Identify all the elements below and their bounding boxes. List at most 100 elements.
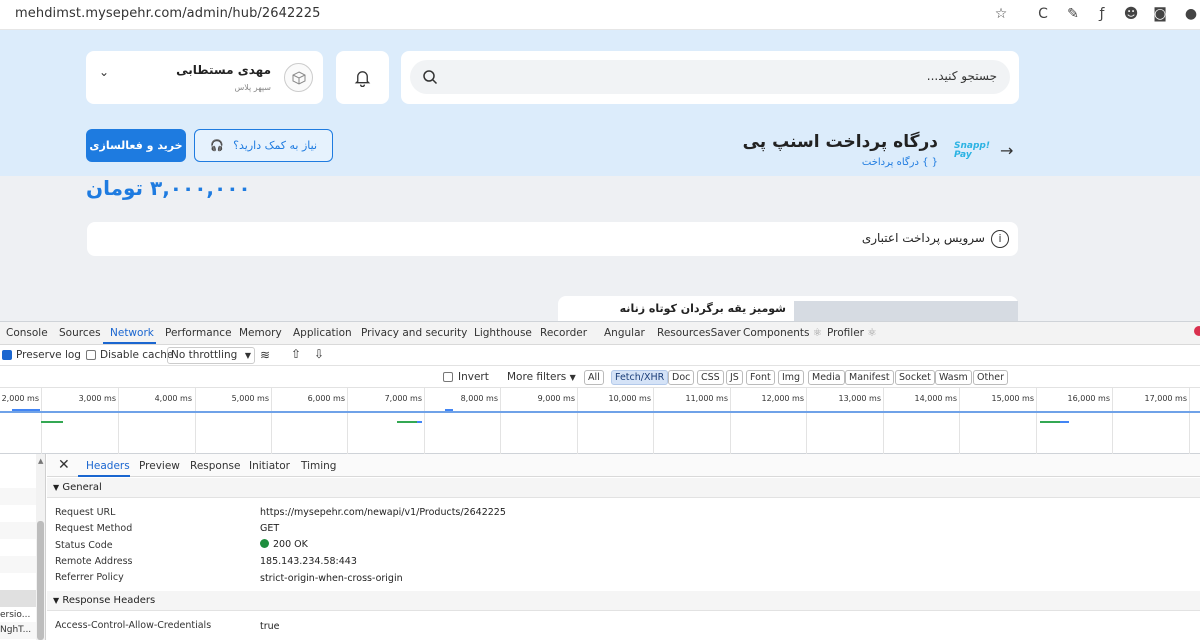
disable-cache-checkbox[interactable] bbox=[86, 350, 96, 360]
preserve-log-checkbox[interactable] bbox=[2, 350, 12, 360]
tab-console[interactable]: Console bbox=[6, 327, 48, 339]
status-ok-dot bbox=[260, 539, 269, 548]
network-timeline-overview[interactable]: 2,000 ms 3,000 ms 4,000 ms 5,000 ms 6,00… bbox=[0, 388, 1200, 454]
timeline-gridline bbox=[271, 388, 272, 454]
timeline-gridline bbox=[347, 388, 348, 454]
timeline-tick: 13,000 ms bbox=[838, 394, 882, 403]
filter-other[interactable]: Other bbox=[973, 370, 1008, 385]
category-link[interactable]: { } درگاه پرداخت bbox=[862, 157, 938, 168]
list-item[interactable] bbox=[0, 471, 36, 488]
back-arrow-icon[interactable]: → bbox=[1000, 141, 1013, 160]
bell-icon bbox=[354, 71, 371, 87]
user-menu[interactable]: ⌄ مهدی مستطابی سپهر پلاس bbox=[86, 51, 323, 104]
more-filters-dropdown[interactable]: More filters ▼ bbox=[507, 371, 576, 383]
search-input[interactable]: جستجو کنید... bbox=[410, 60, 1010, 94]
service-text: سرویس پرداخت اعتباری bbox=[861, 231, 985, 245]
filter-js[interactable]: JS bbox=[726, 370, 743, 385]
tab-angular[interactable]: Angular bbox=[604, 327, 645, 339]
tab-memory[interactable]: Memory bbox=[239, 327, 282, 339]
tab-preview[interactable]: Preview bbox=[139, 460, 180, 472]
throttling-select[interactable]: No throttling ▼ bbox=[167, 347, 255, 364]
extension-icon[interactable]: C bbox=[1034, 5, 1052, 23]
tab-components[interactable]: Components ⚛ bbox=[743, 327, 822, 339]
scrollbar-thumb[interactable] bbox=[37, 521, 44, 640]
filter-img[interactable]: Img bbox=[778, 370, 805, 385]
eyedropper-icon[interactable]: ✎ bbox=[1064, 5, 1082, 23]
tab-response[interactable]: Response bbox=[190, 460, 240, 472]
search-icon bbox=[423, 70, 438, 85]
filter-doc[interactable]: Doc bbox=[668, 370, 695, 385]
bookmark-star-icon[interactable]: ☆ bbox=[992, 5, 1010, 23]
request-details: ✕ Headers Preview Response Initiator Tim… bbox=[47, 454, 1200, 640]
header-value: https://mysepehr.com/newapi/v1/Products/… bbox=[260, 507, 506, 518]
panda-icon[interactable]: ● bbox=[1182, 5, 1200, 23]
more-filters-label: More filters bbox=[507, 371, 567, 383]
url-text[interactable]: mehdimst.mysepehr.com/admin/hub/2642225 bbox=[15, 6, 321, 21]
tab-sources[interactable]: Sources bbox=[59, 327, 101, 339]
header-value: true bbox=[260, 621, 280, 632]
user-name: مهدی مستطابی bbox=[176, 63, 271, 77]
timeline-tick: 2,000 ms bbox=[1, 394, 39, 403]
tab-lighthouse[interactable]: Lighthouse bbox=[474, 327, 532, 339]
request-list[interactable]: ersio... NghT... ▲ bbox=[0, 454, 46, 640]
tab-performance[interactable]: Performance bbox=[165, 327, 232, 339]
avatar-extension-icon[interactable]: ☻ bbox=[1122, 5, 1140, 23]
timeline-request-bar bbox=[41, 421, 63, 423]
header-key: Remote Address bbox=[55, 556, 133, 567]
tab-profiler[interactable]: Profiler ⚛ bbox=[827, 327, 877, 339]
timeline-gridline bbox=[653, 388, 654, 454]
timeline-tick: 17,000 ms bbox=[1144, 394, 1188, 403]
header-key: Request Method bbox=[55, 523, 133, 534]
list-item[interactable]: NghT... bbox=[0, 622, 36, 639]
timeline-request-bar bbox=[12, 409, 40, 411]
timeline-gridline bbox=[500, 388, 501, 454]
need-help-button[interactable]: نیاز به کمک دارید؟ 🎧 bbox=[194, 129, 333, 162]
font-extension-icon[interactable]: ƒ bbox=[1093, 5, 1111, 23]
network-conditions-icon[interactable]: ≋ bbox=[260, 348, 270, 362]
react-icon: ⚛ bbox=[867, 327, 877, 339]
response-headers-section-header[interactable]: ▼ Response Headers bbox=[47, 591, 1200, 611]
invert-checkbox[interactable] bbox=[443, 372, 453, 382]
filter-font[interactable]: Font bbox=[746, 370, 775, 385]
export-har-icon[interactable]: ⇩ bbox=[314, 347, 324, 361]
filter-manifest[interactable]: Manifest bbox=[845, 370, 894, 385]
general-section-header[interactable]: ▼ General bbox=[47, 478, 1200, 498]
tab-initiator[interactable]: Initiator bbox=[249, 460, 290, 472]
tab-privacy-security[interactable]: Privacy and security bbox=[361, 327, 467, 339]
timeline-gridline bbox=[1189, 388, 1190, 454]
list-item[interactable] bbox=[0, 488, 36, 505]
buy-activate-button[interactable]: خرید و فعالسازی bbox=[86, 129, 186, 162]
throttling-value: No throttling bbox=[171, 349, 238, 361]
list-item[interactable] bbox=[0, 454, 36, 471]
avatar bbox=[284, 63, 313, 92]
scroll-up-icon[interactable]: ▲ bbox=[38, 457, 43, 465]
filter-all[interactable]: All bbox=[584, 370, 604, 385]
list-item[interactable] bbox=[0, 505, 36, 522]
filter-fetch-xhr[interactable]: Fetch/XHR bbox=[611, 370, 669, 385]
camera-icon[interactable]: ◙ bbox=[1151, 5, 1169, 23]
devtools-error-icon[interactable] bbox=[1194, 326, 1200, 336]
product-card[interactable]: شومیز یقه برگردان کوتاه زنانه bbox=[558, 296, 1018, 321]
filter-socket[interactable]: Socket bbox=[895, 370, 935, 385]
list-item[interactable] bbox=[0, 539, 36, 556]
list-item[interactable] bbox=[0, 573, 36, 590]
status-text: 200 OK bbox=[273, 539, 308, 550]
list-item[interactable] bbox=[0, 522, 36, 539]
list-item[interactable] bbox=[0, 556, 36, 573]
tab-network[interactable]: Network bbox=[110, 327, 154, 339]
filter-media[interactable]: Media bbox=[808, 370, 845, 385]
filter-wasm[interactable]: Wasm bbox=[935, 370, 972, 385]
list-item[interactable] bbox=[0, 590, 36, 607]
preserve-log-label: Preserve log bbox=[16, 349, 81, 361]
tab-recorder[interactable]: Recorder bbox=[540, 327, 587, 339]
tab-timing[interactable]: Timing bbox=[301, 460, 336, 472]
timeline-gridline bbox=[577, 388, 578, 454]
tab-headers[interactable]: Headers bbox=[86, 460, 130, 472]
tab-application[interactable]: Application bbox=[293, 327, 352, 339]
close-icon[interactable]: ✕ bbox=[58, 457, 70, 473]
tab-resourcessaver[interactable]: ResourcesSaver bbox=[657, 327, 741, 339]
filter-css[interactable]: CSS bbox=[697, 370, 724, 385]
import-har-icon[interactable]: ⇧ bbox=[291, 347, 301, 361]
disable-cache-label: Disable cache bbox=[100, 349, 174, 361]
notifications-button[interactable] bbox=[336, 51, 389, 104]
